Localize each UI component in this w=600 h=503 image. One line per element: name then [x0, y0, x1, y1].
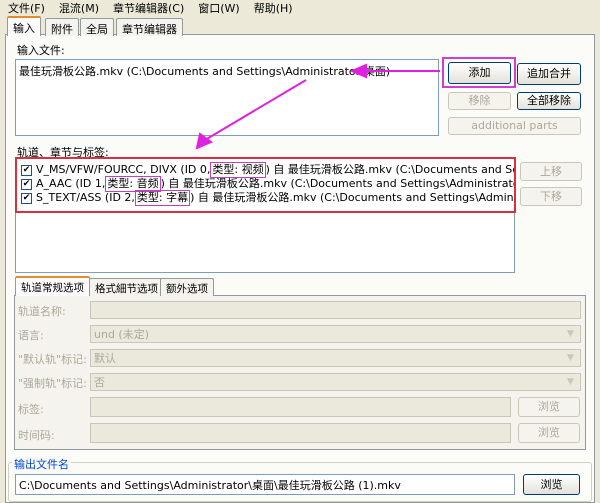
annotation-arrows — [195, 63, 440, 150]
arrow-to-tracks — [204, 79, 307, 141]
arrow-head-icon — [349, 63, 367, 79]
arrow-head-icon — [195, 132, 214, 150]
